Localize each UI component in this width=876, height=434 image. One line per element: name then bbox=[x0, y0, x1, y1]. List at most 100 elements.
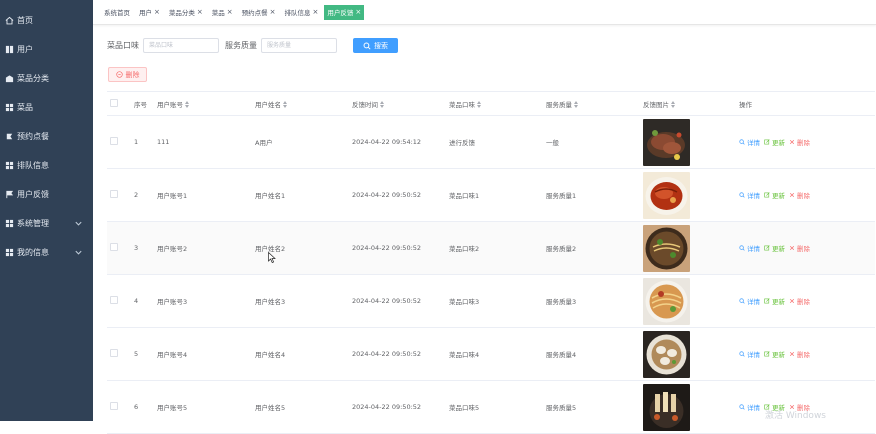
detail-button[interactable]: 详情 bbox=[739, 137, 760, 147]
column-header[interactable]: 用户姓名 bbox=[252, 91, 349, 116]
delete-button[interactable]: 删除 bbox=[789, 243, 810, 253]
cell-account: 用户账号2 bbox=[154, 221, 252, 275]
delete-button[interactable]: 删除 bbox=[789, 137, 810, 147]
column-header[interactable]: 反馈时间 bbox=[349, 91, 446, 116]
cell-time: 2024-04-22 09:50:52 bbox=[349, 274, 446, 328]
tag-queue[interactable]: 排队信息 × bbox=[281, 4, 322, 20]
close-icon[interactable]: × bbox=[154, 8, 160, 16]
row-checkbox[interactable] bbox=[110, 243, 118, 251]
cell-image bbox=[640, 115, 736, 169]
feedback-image-braised-fish[interactable] bbox=[643, 171, 690, 219]
close-icon[interactable]: × bbox=[270, 8, 276, 16]
sort-caret-icon bbox=[574, 101, 578, 108]
row-checkbox[interactable] bbox=[110, 349, 118, 357]
cell-name: 用户姓名3 bbox=[252, 274, 349, 328]
column-header[interactable]: 用户账号 bbox=[154, 91, 252, 116]
tag-home[interactable]: 系统首页 bbox=[101, 4, 133, 20]
cell-service: 服务质量1 bbox=[543, 168, 640, 222]
close-icon[interactable]: × bbox=[227, 8, 233, 16]
sort-caret-icon bbox=[380, 101, 384, 108]
search-icon bbox=[739, 298, 745, 304]
cell-index: 6 bbox=[131, 380, 154, 434]
home-icon bbox=[5, 16, 14, 25]
feedback-image-dumpling-soup[interactable] bbox=[643, 330, 690, 378]
cell-time: 2024-04-22 09:50:52 bbox=[349, 380, 446, 434]
row-checkbox[interactable] bbox=[110, 296, 118, 304]
delete-label: 删除 bbox=[797, 192, 810, 200]
cell-service: 服务质量5 bbox=[543, 380, 640, 434]
sidebar-item-home[interactable]: 首页 bbox=[0, 6, 93, 35]
delete-button[interactable]: 删除 bbox=[789, 296, 810, 306]
cell-time: 2024-04-22 09:54:12 bbox=[349, 115, 446, 169]
detail-button[interactable]: 详情 bbox=[739, 243, 760, 253]
feedback-image-noodle-soup[interactable] bbox=[643, 224, 690, 272]
close-icon[interactable]: × bbox=[197, 8, 203, 16]
sidebar-item-dish[interactable]: 菜品 bbox=[0, 93, 93, 122]
update-button[interactable]: 更新 bbox=[764, 243, 785, 253]
sidebar-item-feedback[interactable]: 用户反馈 bbox=[0, 180, 93, 209]
edit-icon bbox=[764, 351, 770, 357]
row-select[interactable] bbox=[107, 168, 131, 222]
sidebar-item-category[interactable]: 菜品分类 bbox=[0, 64, 93, 93]
close-icon bbox=[789, 245, 795, 251]
cell-name: 用户姓名5 bbox=[252, 380, 349, 434]
sidebar-item-label: 系统管理 bbox=[17, 219, 49, 228]
sidebar-item-queue[interactable]: 排队信息 bbox=[0, 151, 93, 180]
row-select[interactable] bbox=[107, 221, 131, 275]
search-button[interactable]: 搜索 bbox=[353, 38, 398, 53]
row-select[interactable] bbox=[107, 380, 131, 434]
table-row: 5 用户账号4 用户姓名4 2024-04-22 09:50:52 菜品口味4 … bbox=[107, 327, 875, 381]
row-select[interactable] bbox=[107, 274, 131, 328]
column-header[interactable]: 服务质量 bbox=[543, 91, 640, 116]
batch-delete-button[interactable]: 删除 bbox=[108, 67, 147, 82]
delete-label: 删除 bbox=[797, 139, 810, 147]
cell-ops: 详情 更新 删除 bbox=[736, 327, 875, 381]
taste-search-input[interactable] bbox=[143, 38, 219, 53]
feedback-image-noodle-bowl[interactable] bbox=[643, 277, 690, 325]
update-label: 更新 bbox=[772, 192, 785, 200]
tag-user[interactable]: 用户 × bbox=[136, 4, 163, 20]
column-header-label: 反馈时间 bbox=[352, 100, 378, 109]
tag-reserve[interactable]: 预约点餐 × bbox=[238, 4, 279, 20]
tag-feedback[interactable]: 用户反馈 × bbox=[324, 4, 365, 20]
cell-taste: 菜品口味4 bbox=[446, 327, 543, 381]
row-select[interactable] bbox=[107, 115, 131, 169]
tag-category[interactable]: 菜品分类 × bbox=[165, 4, 206, 20]
detail-button[interactable]: 详情 bbox=[739, 349, 760, 359]
service-search-input[interactable] bbox=[261, 38, 337, 53]
table-row: 2 用户账号1 用户姓名1 2024-04-22 09:50:52 菜品口味1 … bbox=[107, 168, 875, 222]
cell-index: 2 bbox=[131, 168, 154, 222]
table-header-row: 序号 用户账号 用户姓名 反馈时间 菜品口味 服务质量 反馈图片 操作 bbox=[107, 91, 875, 116]
select-all-checkbox[interactable] bbox=[110, 98, 118, 107]
header-select-all[interactable] bbox=[107, 91, 131, 116]
update-button[interactable]: 更新 bbox=[764, 190, 785, 200]
sidebar-item-settings[interactable]: 系统管理 bbox=[0, 209, 93, 238]
cell-taste: 菜品口味5 bbox=[446, 380, 543, 434]
delete-button[interactable]: 删除 bbox=[789, 349, 810, 359]
detail-button[interactable]: 详情 bbox=[739, 296, 760, 306]
close-icon[interactable]: × bbox=[313, 8, 319, 16]
column-header[interactable]: 反馈图片 bbox=[640, 91, 736, 116]
edit-icon bbox=[764, 192, 770, 198]
feedback-image-skewers[interactable] bbox=[643, 383, 690, 431]
column-header-label: 用户账号 bbox=[157, 100, 183, 109]
update-button[interactable]: 更新 bbox=[764, 137, 785, 147]
tag-dish[interactable]: 菜品 × bbox=[208, 4, 236, 20]
close-icon[interactable]: × bbox=[355, 8, 361, 16]
detail-button[interactable]: 详情 bbox=[739, 402, 760, 412]
update-button[interactable]: 更新 bbox=[764, 349, 785, 359]
row-select[interactable] bbox=[107, 327, 131, 381]
row-checkbox[interactable] bbox=[110, 402, 118, 410]
detail-button[interactable]: 详情 bbox=[739, 190, 760, 200]
update-button[interactable]: 更新 bbox=[764, 296, 785, 306]
row-checkbox[interactable] bbox=[110, 190, 118, 198]
sidebar-item-profile[interactable]: 我的信息 bbox=[0, 238, 93, 267]
row-checkbox[interactable] bbox=[110, 137, 118, 145]
sidebar-item-label: 排队信息 bbox=[17, 161, 49, 170]
delete-button[interactable]: 删除 bbox=[789, 190, 810, 200]
feedback-image-steak[interactable] bbox=[643, 118, 690, 166]
search-icon bbox=[363, 42, 371, 50]
sidebar-item-reserve[interactable]: 预约点餐 bbox=[0, 122, 93, 151]
sidebar-item-user[interactable]: 用户 bbox=[0, 35, 93, 64]
column-header[interactable]: 菜品口味 bbox=[446, 91, 543, 116]
